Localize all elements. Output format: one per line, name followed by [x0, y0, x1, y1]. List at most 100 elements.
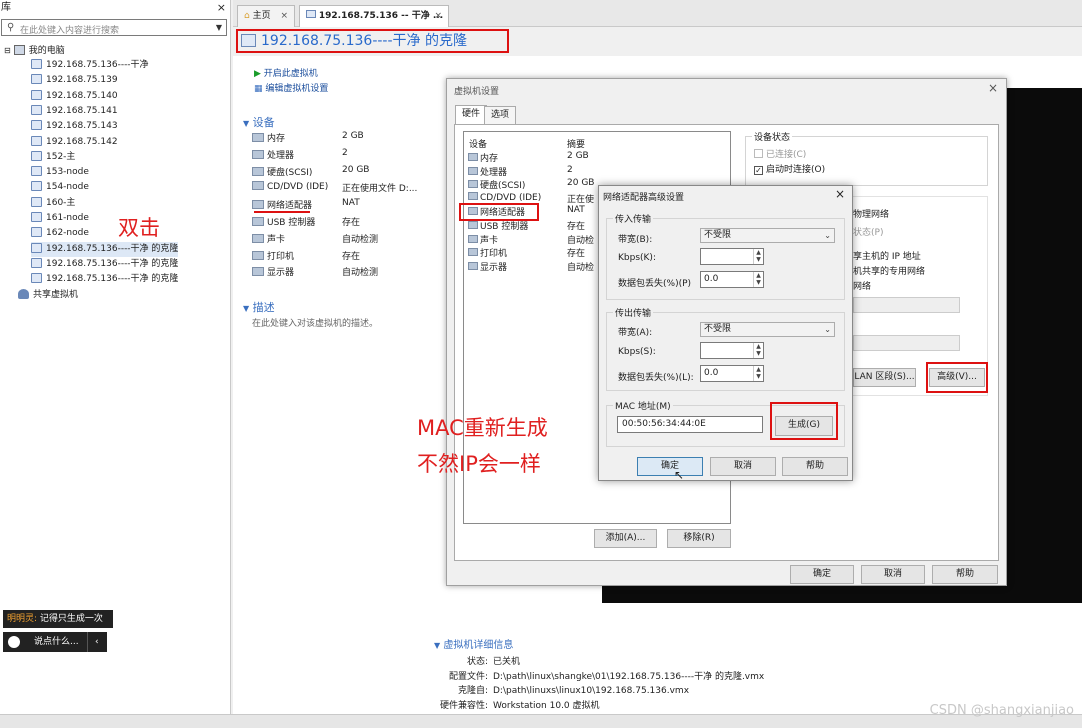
tree-vm-item[interactable]: 192.168.75.140	[31, 89, 118, 104]
device-item[interactable]: 网络适配器	[252, 198, 312, 211]
device-value: 20 GB	[342, 164, 370, 175]
adapter-help-button[interactable]: 帮助	[782, 457, 848, 476]
tab-vm-close-button[interactable]: ×	[434, 6, 442, 26]
lan-segments-button[interactable]: LAN 区段(S)...	[853, 368, 916, 387]
tree-vm-label: 153-node	[46, 167, 89, 178]
bw-in-select[interactable]: 不受限 ⌄	[700, 228, 835, 243]
tree-vm-item[interactable]: 192.168.75.136----干净	[31, 58, 149, 73]
page-title: 192.168.75.136----干净 的克隆	[236, 29, 509, 53]
tree-vm-label: 152-主	[46, 151, 76, 162]
tree-vm-item[interactable]: 152-主	[31, 150, 75, 165]
hardware-row-name: 打印机	[480, 249, 508, 260]
tab-home[interactable]: ⌂ 主页 ×	[237, 5, 295, 27]
settings-ok-button[interactable]: 确定	[790, 565, 854, 584]
adapter-dialog-close-button[interactable]: ×	[835, 187, 845, 201]
remove-hardware-button[interactable]: 移除(R)	[667, 529, 731, 548]
adapter-cancel-button[interactable]: 取消	[710, 457, 776, 476]
tree-shared-vms[interactable]: 共享虚拟机	[18, 288, 78, 303]
chat-bubble: 明明灵: 记得只生成一次	[3, 610, 113, 628]
hardware-row[interactable]: CD/DVD (IDE)	[468, 191, 542, 203]
hostonly-fragment: 机共享的专用网络	[853, 267, 926, 277]
device-name: 内存	[267, 134, 286, 144]
device-item[interactable]: 声卡	[252, 232, 285, 245]
tree-vm-item[interactable]: 161-node	[31, 211, 89, 226]
tab-options[interactable]: 选项	[484, 106, 517, 124]
device-value: 2	[342, 147, 348, 158]
tree-vm-label: 160-主	[46, 197, 76, 208]
tree-vm-item[interactable]: 192.168.75.136----干净 的克隆	[31, 272, 178, 287]
settings-help-button[interactable]: 帮助	[932, 565, 998, 584]
tree-vm-item[interactable]: 192.168.75.141	[31, 104, 118, 119]
custom-network-select[interactable]	[853, 297, 960, 313]
hardware-row-name: 声卡	[480, 235, 499, 246]
tree-vm-item[interactable]: 192.168.75.136----干净 的克隆	[31, 257, 178, 272]
collapse-icon[interactable]: ⊟	[4, 46, 11, 55]
hardware-row[interactable]: 硬盘(SCSI)	[468, 178, 525, 191]
connected-checkbox[interactable]: 已连接(C)	[754, 147, 806, 160]
device-item[interactable]: USB 控制器	[252, 215, 315, 228]
connect-on-start-checkbox[interactable]: ✓ 启动时连接(O)	[754, 162, 825, 175]
hardware-row[interactable]: 打印机	[468, 246, 507, 259]
kbps-out-stepper[interactable]: ▲ ▼	[700, 342, 764, 359]
library-close-button[interactable]: ×	[217, 1, 226, 14]
loss-out-stepper[interactable]: 0.0 ▲ ▼	[700, 365, 764, 382]
description-placeholder[interactable]: 在此处键入对该虚拟机的描述。	[252, 316, 378, 329]
tree-vm-item[interactable]: 192.168.75.136----干净 的克隆	[31, 241, 179, 257]
collapse-icon: ▼	[243, 304, 250, 313]
tree-vm-item[interactable]: 154-node	[31, 180, 89, 195]
tab-hardware[interactable]: 硬件	[455, 105, 488, 124]
tree-vm-item[interactable]: 192.168.75.142	[31, 135, 118, 150]
chat-collapse-button[interactable]: ‹	[95, 632, 99, 652]
lan-segment-select[interactable]	[853, 335, 960, 351]
hardware-row[interactable]: 声卡	[468, 233, 498, 246]
tree-root-my-computer[interactable]: ⊟ 我的电脑	[4, 43, 65, 58]
tree-vm-item[interactable]: 153-node	[31, 165, 89, 180]
bw-out-select[interactable]: 不受限 ⌄	[700, 322, 835, 337]
mac-address-input[interactable]: 00:50:56:34:44:0E	[617, 416, 763, 433]
adapter-ok-button[interactable]: 确定	[637, 457, 703, 476]
hardware-row[interactable]: 显示器	[468, 260, 507, 273]
hardware-row[interactable]: 处理器	[468, 165, 507, 178]
chevron-down-icon[interactable]: ▼	[216, 23, 222, 32]
hardware-row-name: CD/DVD (IDE)	[480, 192, 542, 203]
kbps-out-label: Kbps(S):	[618, 347, 656, 357]
tree-vm-item[interactable]: 160-主	[31, 196, 75, 211]
device-item[interactable]: 处理器	[252, 148, 294, 161]
chat-input-bubble[interactable]: 说点什么... ‹	[3, 632, 107, 652]
description-section-header[interactable]: ▼ 描述	[243, 299, 275, 315]
device-icon	[252, 200, 264, 210]
device-value: 存在	[342, 251, 361, 262]
tree-vm-item[interactable]: 162-node	[31, 226, 89, 241]
power-on-label: 开启此虚拟机	[263, 69, 318, 79]
tree-vm-item[interactable]: 192.168.75.143	[31, 119, 118, 134]
kbps-in-stepper[interactable]: ▲ ▼	[700, 248, 764, 265]
tree-vm-item[interactable]: 192.168.75.139	[31, 73, 118, 88]
details-section-header[interactable]: ▼ 虚拟机详细信息	[434, 636, 513, 651]
library-search-input[interactable]: ⚲ 在此处键入内容进行搜索 ▼	[1, 19, 227, 36]
emoji-icon[interactable]	[8, 636, 20, 648]
device-name: 网络适配器	[267, 201, 313, 212]
loss-in-stepper[interactable]: 0.0 ▲ ▼	[700, 271, 764, 288]
device-item[interactable]: CD/DVD (IDE)	[252, 181, 328, 192]
dialog-close-button[interactable]: ×	[988, 81, 998, 95]
power-on-link[interactable]: ▶ 开启此虚拟机	[254, 66, 318, 79]
vm-icon	[31, 59, 42, 69]
device-item[interactable]: 显示器	[252, 265, 294, 278]
device-item[interactable]: 硬盘(SCSI)	[252, 165, 312, 178]
collapse-icon: ▼	[434, 641, 441, 650]
devices-section-header[interactable]: ▼ 设备	[243, 114, 275, 130]
hardware-row[interactable]: 内存	[468, 151, 498, 164]
edit-settings-link[interactable]: ▦ 编辑虚拟机设置	[254, 81, 328, 94]
tab-home-close-button[interactable]: ×	[280, 6, 288, 26]
settings-cancel-button[interactable]: 取消	[861, 565, 925, 584]
connect-on-start-label: 启动时连接(O)	[766, 165, 826, 175]
device-item[interactable]: 内存	[252, 131, 285, 144]
tab-vm[interactable]: 192.168.75.136 -- 干净 ... ×	[299, 5, 449, 27]
detail-key: 克隆自:	[457, 686, 488, 696]
device-item[interactable]: 打印机	[252, 249, 294, 262]
add-hardware-button[interactable]: 添加(A)...	[594, 529, 657, 548]
adapter-dialog-title: 网络适配器高级设置	[603, 193, 685, 203]
hardware-row-value: 自动检	[567, 235, 595, 246]
detail-value: Workstation 10.0 虚拟机	[493, 700, 600, 711]
tree-vm-label: 192.168.75.136----干净 的克隆	[46, 274, 179, 285]
